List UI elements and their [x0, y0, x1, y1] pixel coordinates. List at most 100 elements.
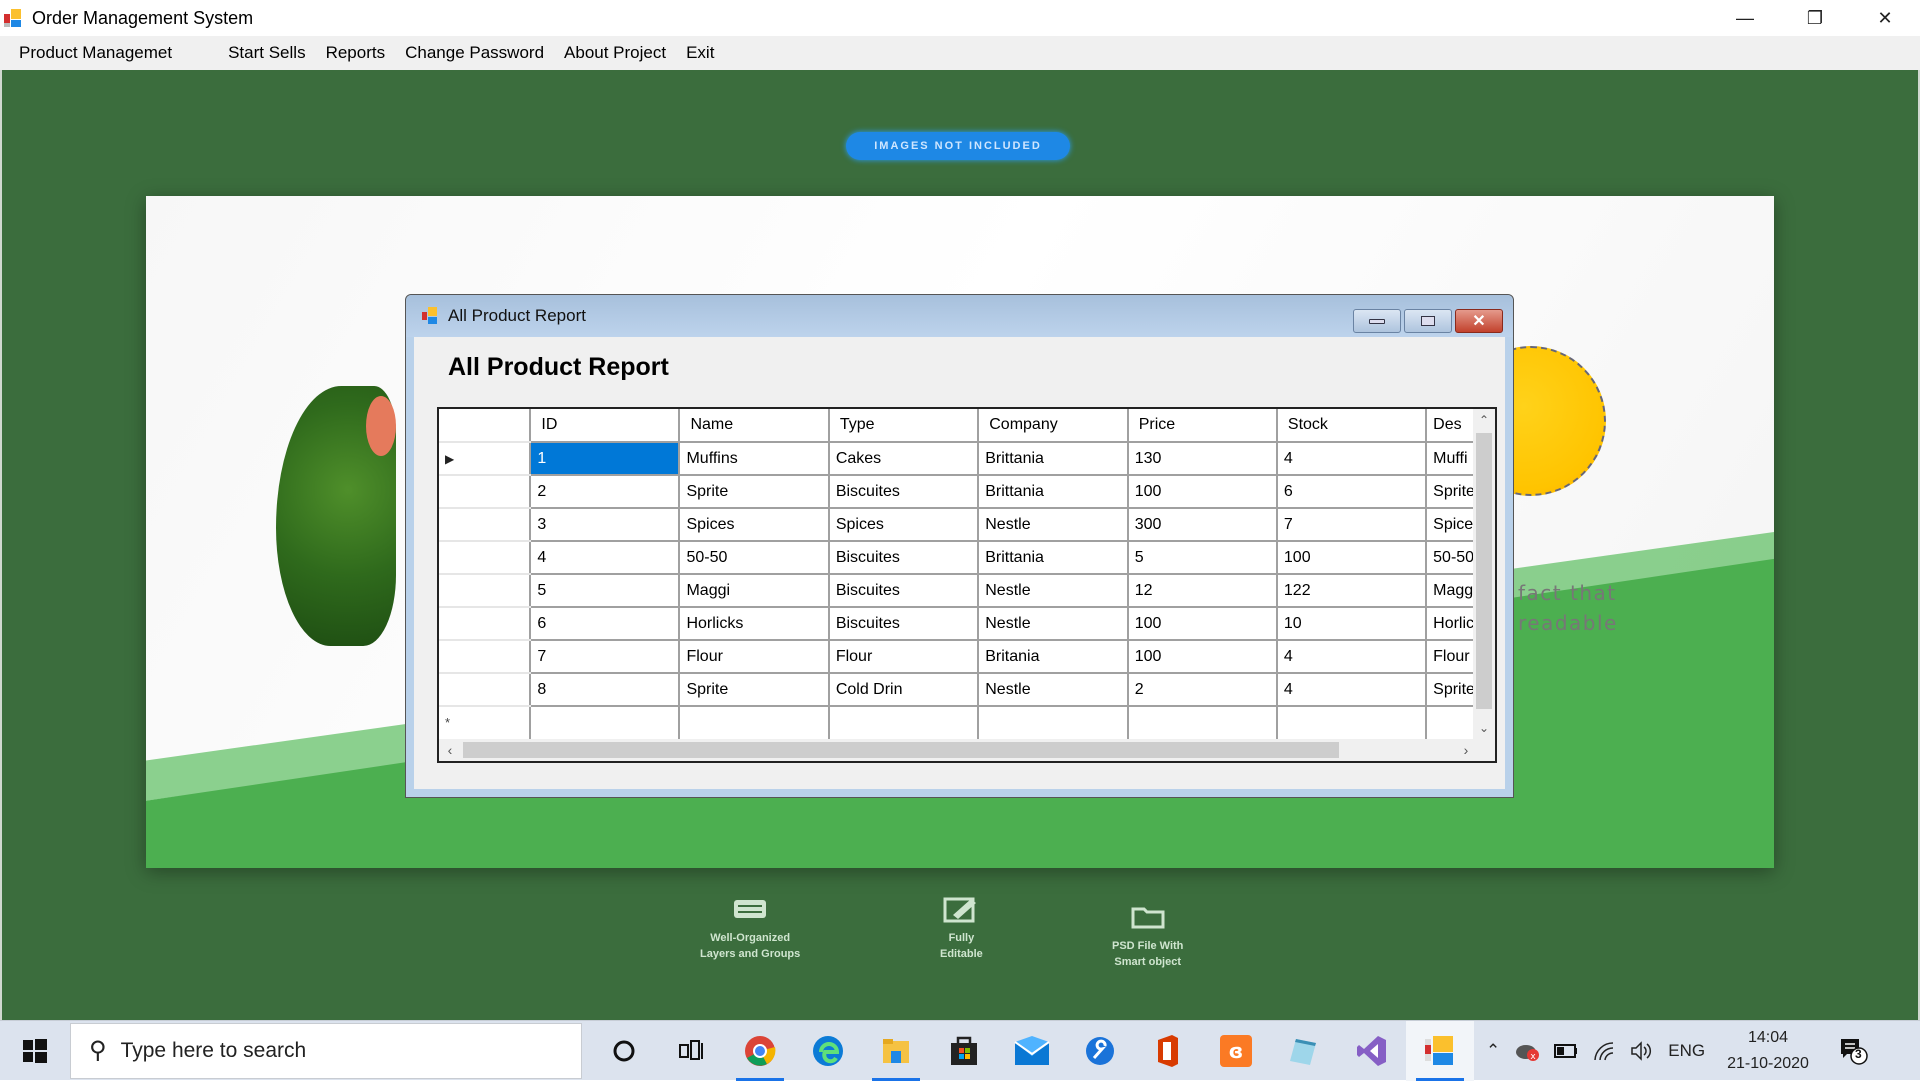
volume-icon[interactable] [1630, 1040, 1654, 1062]
cell-company[interactable]: Britania [978, 640, 1129, 674]
cell-id[interactable]: 1 [530, 442, 681, 476]
menu-exit[interactable]: Exit [676, 43, 724, 63]
cell-stock[interactable]: 4 [1276, 673, 1428, 707]
table-row[interactable]: 6 Horlicks Biscuites Nestle 100 10 Horlic [439, 607, 1495, 641]
row-header[interactable] [439, 673, 532, 707]
dialog-minimize-button[interactable] [1353, 309, 1401, 333]
taskbar-edge[interactable] [794, 1021, 862, 1081]
cell-id[interactable]: 3 [530, 508, 681, 542]
cell-company[interactable]: Nestle [978, 574, 1129, 608]
row-header[interactable] [439, 640, 532, 674]
taskbar-mail[interactable] [998, 1021, 1066, 1081]
cell-company[interactable]: Nestle [978, 607, 1129, 641]
cell-stock[interactable]: 7 [1276, 508, 1428, 542]
row-header[interactable]: ▶ [439, 442, 532, 476]
battery-icon[interactable] [1554, 1043, 1578, 1058]
cell-id[interactable]: 7 [530, 640, 681, 674]
new-row-cell[interactable] [978, 706, 1129, 739]
table-row[interactable]: ▶ 1 Muffins Cakes Brittania 130 4 Muffi [439, 442, 1495, 476]
cell-type[interactable]: Biscuites [828, 541, 980, 575]
cell-stock[interactable]: 10 [1276, 607, 1428, 641]
show-hidden-icons-button[interactable]: ⌃ [1486, 1041, 1500, 1061]
horizontal-scrollbar[interactable]: ‹ › [439, 739, 1477, 761]
action-center-button[interactable]: 3 [1839, 1036, 1869, 1066]
cell-company[interactable]: Brittania [978, 442, 1129, 476]
scroll-down-icon[interactable]: ⌄ [1473, 717, 1495, 739]
cell-id[interactable]: 8 [530, 673, 681, 707]
new-row-header[interactable]: * [439, 706, 532, 739]
vertical-scrollbar[interactable]: ⌃ ⌄ [1473, 409, 1495, 739]
scroll-up-icon[interactable]: ⌃ [1473, 409, 1495, 431]
dialog-close-button[interactable]: ✕ [1455, 309, 1503, 333]
dialog-titlebar[interactable]: All Product Report ✕ [406, 295, 1513, 337]
row-header[interactable] [439, 508, 532, 542]
cell-id[interactable]: 6 [530, 607, 681, 641]
cell-company[interactable]: Brittania [978, 541, 1129, 575]
taskbar-store[interactable] [930, 1021, 998, 1081]
cell-price[interactable]: 130 [1127, 442, 1278, 476]
cell-price[interactable]: 2 [1127, 673, 1278, 707]
cell-name[interactable]: 50-50 [679, 541, 830, 575]
close-button[interactable]: ✕ [1850, 0, 1920, 36]
taskbar-notepad[interactable] [1270, 1021, 1338, 1081]
cell-name[interactable]: Muffins [679, 442, 830, 476]
cell-price[interactable]: 12 [1127, 574, 1278, 608]
cell-name[interactable]: Sprite [679, 673, 830, 707]
product-data-grid[interactable]: ID Name Type Company Price Stock Des ▶ 1 M… [437, 407, 1497, 763]
scroll-left-icon[interactable]: ‹ [439, 739, 461, 761]
column-header-type[interactable]: Type [828, 409, 980, 443]
taskbar-file-explorer[interactable] [862, 1021, 930, 1081]
vertical-scroll-thumb[interactable] [1476, 433, 1492, 709]
taskbar-search-box[interactable]: ⚲ Type here to search [70, 1022, 582, 1079]
table-row[interactable]: 5 Maggi Biscuites Nestle 12 122 Magg [439, 574, 1495, 608]
taskbar-office[interactable] [1134, 1021, 1202, 1081]
column-header-company[interactable]: Company [978, 409, 1129, 443]
new-row-cell[interactable] [828, 706, 980, 739]
cell-name[interactable]: Spices [679, 508, 830, 542]
task-view-button[interactable] [658, 1021, 726, 1081]
cell-type[interactable]: Biscuites [828, 475, 980, 509]
cell-name[interactable]: Sprite [679, 475, 830, 509]
cell-price[interactable]: 100 [1127, 640, 1278, 674]
column-header-stock[interactable]: Stock [1276, 409, 1428, 443]
column-header-price[interactable]: Price [1127, 409, 1278, 443]
cortana-button[interactable] [590, 1021, 658, 1081]
cell-type[interactable]: Biscuites [828, 607, 980, 641]
clock[interactable]: 14:04 21-10-2020 [1727, 1025, 1809, 1077]
menu-start-sells[interactable]: Start Sells [218, 43, 315, 63]
row-header[interactable] [439, 574, 532, 608]
column-header-name[interactable]: Name [679, 409, 830, 443]
new-row[interactable]: * [439, 706, 1495, 739]
taskbar-visual-studio[interactable] [1338, 1021, 1406, 1081]
cell-price[interactable]: 100 [1127, 475, 1278, 509]
table-row[interactable]: 3 Spices Spices Nestle 300 7 Spice [439, 508, 1495, 542]
cell-type[interactable]: Flour [828, 640, 980, 674]
row-header[interactable] [439, 607, 532, 641]
taskbar-order-management[interactable] [1406, 1020, 1474, 1081]
cell-stock[interactable]: 100 [1276, 541, 1428, 575]
table-row[interactable]: 7 Flour Flour Britania 100 4 Flour [439, 640, 1495, 674]
column-header-id[interactable]: ID [530, 409, 681, 443]
taskbar-chrome[interactable] [726, 1021, 794, 1081]
cell-company[interactable]: Nestle [978, 673, 1129, 707]
new-row-cell[interactable] [1127, 706, 1278, 739]
cell-name[interactable]: Flour [679, 640, 830, 674]
new-row-cell[interactable] [1276, 706, 1428, 739]
taskbar-xampp[interactable]: ɞ [1202, 1021, 1270, 1081]
table-row[interactable]: 2 Sprite Biscuites Brittania 100 6 Sprite [439, 475, 1495, 509]
wifi-icon[interactable] [1592, 1040, 1616, 1062]
new-row-cell[interactable] [530, 706, 681, 739]
cell-price[interactable]: 5 [1127, 541, 1278, 575]
row-header[interactable] [439, 475, 532, 509]
cell-type[interactable]: Cakes [828, 442, 980, 476]
menu-about-project[interactable]: About Project [554, 43, 676, 63]
cell-stock[interactable]: 4 [1276, 640, 1428, 674]
table-row[interactable]: 4 50-50 Biscuites Brittania 5 100 50-50 [439, 541, 1495, 575]
onedrive-offline-icon[interactable]: x [1514, 1040, 1540, 1062]
cell-stock[interactable]: 4 [1276, 442, 1428, 476]
cell-name[interactable]: Horlicks [679, 607, 830, 641]
menu-reports[interactable]: Reports [316, 43, 396, 63]
cell-id[interactable]: 5 [530, 574, 681, 608]
horizontal-scroll-thumb[interactable] [463, 742, 1339, 758]
cell-type[interactable]: Cold Drin [828, 673, 980, 707]
